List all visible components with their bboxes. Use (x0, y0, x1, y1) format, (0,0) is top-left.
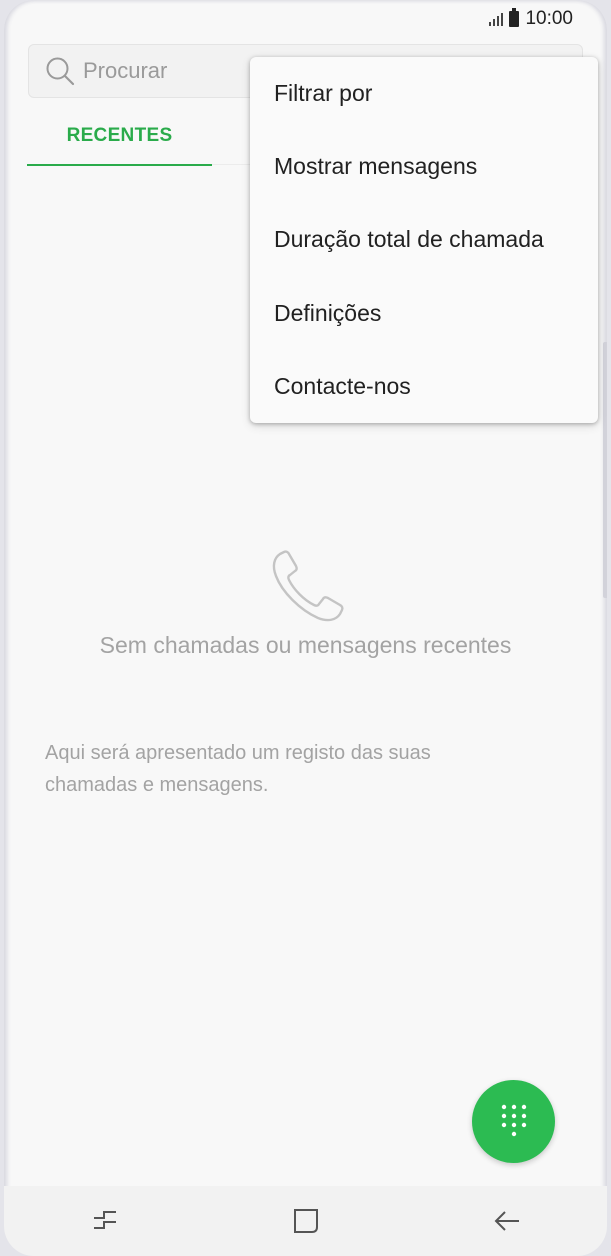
empty-state-title: Sem chamadas ou mensagens recentes (99, 632, 512, 658)
status-time: 10:00 (525, 8, 573, 29)
home-button[interactable] (276, 1196, 336, 1246)
menu-item-mostrar-mensagens[interactable]: Mostrar mensagens (250, 130, 598, 203)
phone-icon (272, 550, 344, 622)
signal-icon (489, 12, 504, 26)
menu-item-contacte-nos[interactable]: Contacte-nos (250, 350, 598, 423)
recent-apps-icon (93, 1211, 116, 1229)
recent-apps-button[interactable] (75, 1196, 135, 1246)
tab-recentes[interactable]: RECENTES (27, 108, 212, 166)
menu-item-definicoes[interactable]: Definições (250, 277, 598, 350)
phone-screen: 10:00 RECENTES Filtrar por Mostrar mensa… (4, 0, 607, 1256)
back-button[interactable] (477, 1196, 537, 1246)
home-icon (293, 1209, 318, 1233)
navigation-bar (4, 1186, 607, 1256)
side-edge (603, 342, 607, 598)
status-bar: 10:00 (4, 0, 607, 38)
search-icon (46, 57, 75, 86)
dialpad-button[interactable] (472, 1080, 555, 1163)
battery-icon (509, 8, 520, 27)
menu-item-duracao-total[interactable]: Duração total de chamada (250, 203, 598, 276)
overflow-menu: Filtrar por Mostrar mensagens Duração to… (250, 57, 598, 423)
dialpad-icon (501, 1104, 526, 1136)
menu-item-filtrar[interactable]: Filtrar por (250, 57, 598, 130)
back-icon (494, 1211, 519, 1231)
empty-state-description: Aqui será apresentado um registo das sua… (45, 742, 431, 796)
